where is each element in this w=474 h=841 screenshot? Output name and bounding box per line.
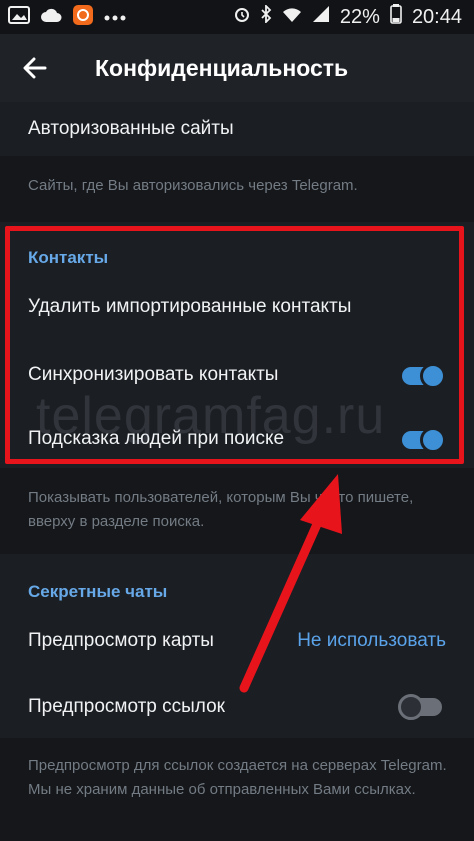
red-arrow-annotation: [239, 474, 342, 693]
